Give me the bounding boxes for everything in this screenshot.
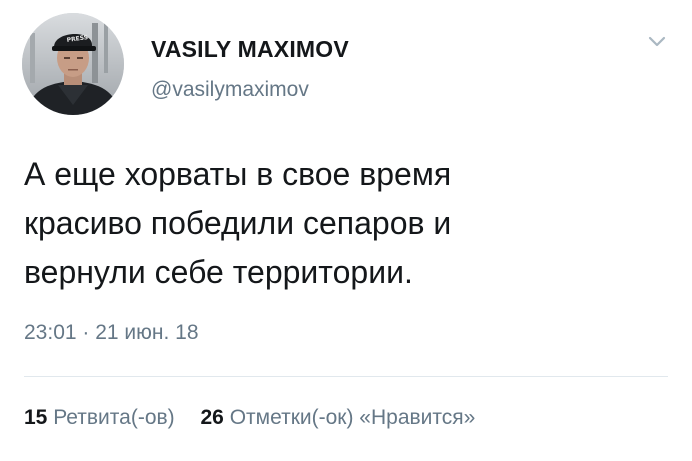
likes-count: 26 bbox=[200, 406, 224, 429]
divider bbox=[24, 376, 668, 377]
likes-label: Отметки(-ок) «Нравится» bbox=[229, 406, 476, 429]
tweet-stats: 15 Ретвита(-ов) 26 Отметки(-ок) «Нравитс… bbox=[24, 406, 495, 430]
user-display-name[interactable]: VASILY MAXIMOV bbox=[151, 36, 349, 63]
chevron-down-icon[interactable] bbox=[644, 28, 670, 54]
retweets-label: Ретвита(-ов) bbox=[53, 406, 175, 429]
tweet-text: А еще хорваты в свое время красиво побед… bbox=[24, 150, 664, 297]
retweets-count: 15 bbox=[24, 406, 48, 429]
user-handle[interactable]: @vasilymaximov bbox=[151, 78, 309, 102]
tweet-text-line: А еще хорваты в свое время bbox=[24, 156, 452, 192]
retweets-stat[interactable]: 15 Ретвита(-ов) bbox=[24, 406, 175, 430]
tweet-card: PRESS VASILY MAXIMOV @vasilymaximov А ещ… bbox=[0, 0, 692, 461]
tweet-text-line: вернули себе территории. bbox=[24, 254, 413, 290]
likes-stat[interactable]: 26 Отметки(-ок) «Нравится» bbox=[201, 406, 476, 430]
tweet-text-line: красиво победили сепаров и bbox=[24, 205, 452, 241]
avatar-photo: PRESS bbox=[22, 13, 124, 115]
user-avatar[interactable]: PRESS bbox=[22, 13, 124, 115]
tweet-timestamp[interactable]: 23:01 · 21 июн. 18 bbox=[24, 321, 199, 345]
